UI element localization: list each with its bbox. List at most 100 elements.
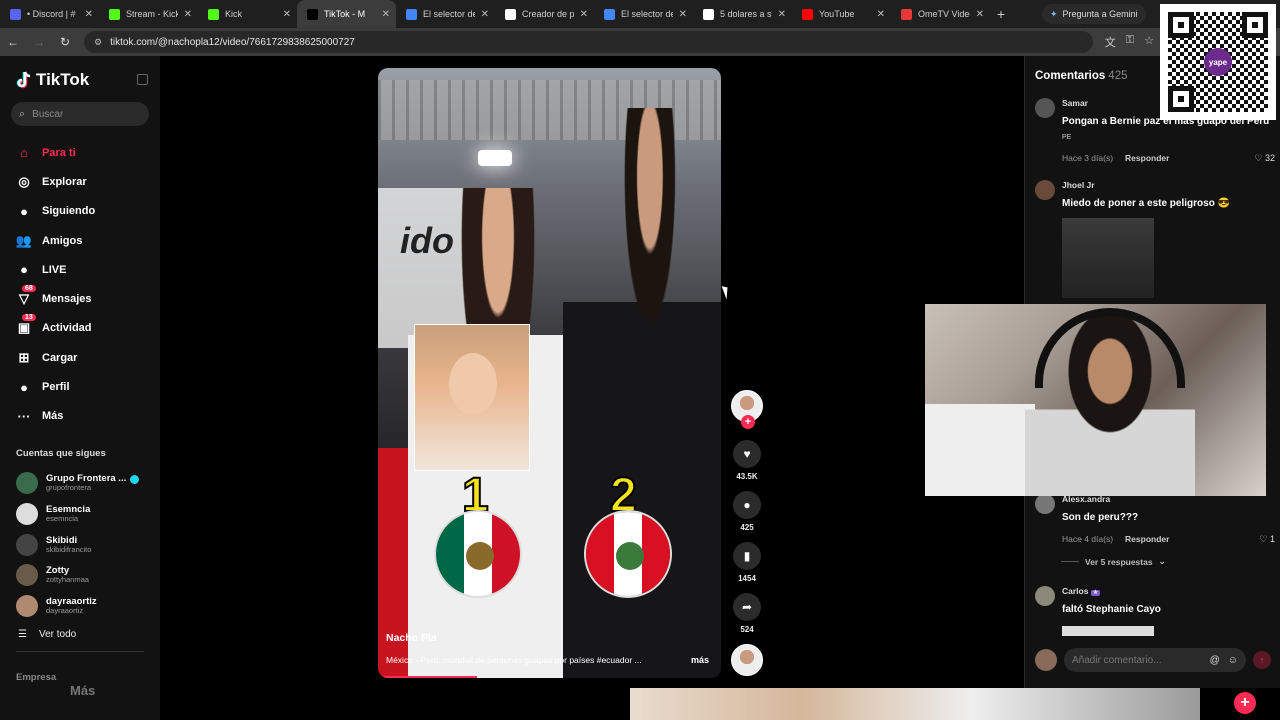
close-tab-icon[interactable]: ✕: [283, 9, 291, 20]
browser-tab[interactable]: • Discord | # ✕: [0, 0, 99, 28]
translate-icon[interactable]: 文: [1105, 34, 1116, 50]
browser-tab[interactable]: Creador de pa ✕: [495, 0, 594, 28]
comment-item: Carlos ★ faltó Stephanie Cayo: [1035, 586, 1275, 636]
close-tab-icon[interactable]: ✕: [976, 9, 984, 20]
menu-item-more[interactable]: ··· Más: [16, 402, 95, 431]
password-key-icon[interactable]: ⚿: [1126, 34, 1134, 50]
tab-label: TikTok - M: [324, 9, 366, 19]
activity-icon: ▣ 13: [16, 314, 36, 336]
account-text: Zotty zottyhanmaa: [46, 566, 89, 584]
browser-tab[interactable]: 5 dolares a so ✕: [693, 0, 792, 28]
save-button[interactable]: ▮: [733, 542, 761, 570]
send-button[interactable]: ↑: [1253, 651, 1271, 669]
more-link[interactable]: más: [691, 655, 709, 665]
browser-tab[interactable]: OmeTV Video ✕: [891, 0, 990, 28]
close-tab-icon[interactable]: ✕: [85, 9, 93, 20]
plus-icon[interactable]: +: [1234, 692, 1256, 714]
home-icon: ⌂: [20, 145, 28, 161]
creator-avatar[interactable]: +: [731, 390, 763, 429]
close-tab-icon[interactable]: ✕: [481, 9, 489, 20]
comment-input[interactable]: Añadir comentario... @ ☺: [1064, 648, 1246, 672]
close-tab-icon[interactable]: ✕: [778, 9, 786, 20]
menu-item-profile[interactable]: ● Perfil: [16, 372, 95, 401]
back-icon[interactable]: ←: [6, 35, 20, 49]
comment-user[interactable]: Carlos ★: [1062, 586, 1101, 596]
menu-item-friends[interactable]: 👥 Amigos: [16, 226, 95, 255]
see-all-link[interactable]: ☰ Ver todo: [18, 629, 76, 640]
browser-tab[interactable]: El selector de ✕: [396, 0, 495, 28]
comment-image[interactable]: [1062, 626, 1154, 636]
close-tab-icon[interactable]: ✕: [184, 9, 192, 20]
comment-like-button[interactable]: ♡ 1: [1259, 534, 1275, 545]
sound-disc-avatar[interactable]: [731, 644, 763, 676]
comment-avatar[interactable]: [1035, 586, 1055, 606]
close-tab-icon[interactable]: ✕: [679, 9, 687, 20]
emoji-icon[interactable]: ☺: [1228, 655, 1238, 666]
reply-button[interactable]: Responder: [1125, 534, 1169, 544]
collapse-sidebar-icon[interactable]: [137, 74, 148, 85]
following-account[interactable]: Grupo Frontera ... grupofrontera: [16, 468, 151, 499]
comment-avatar[interactable]: [1035, 494, 1055, 514]
list-icon: ☰: [18, 629, 27, 640]
tiktok-logo[interactable]: TikTok: [16, 70, 89, 90]
compass-icon: ◎: [18, 173, 30, 189]
tab-label: Creador de pa: [522, 9, 574, 19]
site-info-icon[interactable]: ⚙: [94, 37, 102, 48]
new-tab-icon[interactable]: +: [990, 6, 1012, 22]
account-text: Skibidi skibidifrancito: [46, 535, 91, 554]
menu-item-activity[interactable]: ▣ 13 Actividad: [16, 314, 95, 343]
following-account[interactable]: Skibidi skibidifrancito: [16, 529, 151, 560]
browser-tab[interactable]: TikTok - M ✕: [297, 0, 396, 28]
comment-user[interactable]: Jhoel Jr: [1062, 180, 1095, 190]
comment-avatar[interactable]: [1035, 180, 1055, 200]
menu-item-live[interactable]: ● LIVE: [16, 255, 95, 284]
reply-button[interactable]: Responder: [1125, 153, 1169, 163]
video-progress-bar[interactable]: [378, 676, 478, 678]
menu-item-compass[interactable]: ◎ Explorar: [16, 167, 95, 196]
more-icon: ···: [17, 408, 31, 424]
menu-item-label: Siguiendo: [42, 205, 96, 218]
menu-item-home[interactable]: ⌂ Para ti: [16, 138, 95, 167]
close-tab-icon[interactable]: ✕: [580, 9, 588, 20]
following-account[interactable]: Zotty zottyhanmaa: [16, 560, 151, 591]
search-input[interactable]: ⌕ Buscar: [11, 102, 149, 126]
like-button[interactable]: ♥: [733, 440, 761, 468]
comment-like-button[interactable]: ♡ 32: [1254, 153, 1275, 164]
account-handle: grupofrontera: [46, 483, 92, 493]
browser-tab[interactable]: El selector de ✕: [594, 0, 693, 28]
menu-item-label: Explorar: [42, 175, 87, 188]
tab-label: • Discord | #: [27, 9, 76, 19]
comment-button[interactable]: ●: [733, 491, 761, 519]
comment-image[interactable]: [1062, 218, 1154, 298]
browser-tab[interactable]: Stream - Kick ✕: [99, 0, 198, 28]
follow-plus-icon[interactable]: +: [741, 415, 755, 429]
comment-user[interactable]: Samar: [1062, 98, 1088, 108]
share-count: 524: [740, 625, 754, 634]
view-replies-button[interactable]: Ver 5 respuestas ⌄: [1061, 556, 1166, 567]
bookmark-star-icon[interactable]: ☆: [1144, 34, 1154, 50]
menu-item-upload[interactable]: ⊞ Cargar: [16, 343, 95, 372]
company-link[interactable]: Empresa: [16, 672, 56, 683]
forward-icon[interactable]: →: [32, 35, 46, 49]
address-bar[interactable]: ⚙ tiktok.com/@nachopla12/video/766172983…: [84, 31, 1093, 53]
video-player[interactable]: ido 1 2 Nacho Pla México - Perú: mundial…: [378, 68, 721, 678]
gemini-button[interactable]: ✦ Pregunta a Gemini: [1042, 4, 1146, 24]
following-account[interactable]: Esemncia esemncia: [16, 499, 151, 530]
menu-item-messages[interactable]: ▽ 68 Mensajes: [16, 284, 95, 313]
comment-avatar[interactable]: [1035, 98, 1055, 118]
close-tab-icon[interactable]: ✕: [382, 9, 390, 20]
share-button[interactable]: ➦: [733, 593, 761, 621]
tab-label: 5 dolares a so: [720, 9, 772, 19]
following-account[interactable]: dayraaortiz dayraaortiz: [16, 591, 151, 622]
video-author[interactable]: Nacho Pla: [386, 632, 437, 644]
menu-item-following[interactable]: ● Siguiendo: [16, 197, 95, 226]
notification-badge: 13: [22, 314, 36, 322]
close-tab-icon[interactable]: ✕: [877, 9, 885, 20]
inset-face: [449, 353, 497, 415]
mention-icon[interactable]: @: [1210, 655, 1220, 666]
reload-icon[interactable]: ↻: [58, 35, 72, 49]
qr-finder: [1168, 86, 1194, 112]
browser-tab[interactable]: YouTube ✕: [792, 0, 891, 28]
gemini-sparkle-icon: ✦: [1050, 8, 1058, 19]
browser-tab[interactable]: Kick ✕: [198, 0, 297, 28]
